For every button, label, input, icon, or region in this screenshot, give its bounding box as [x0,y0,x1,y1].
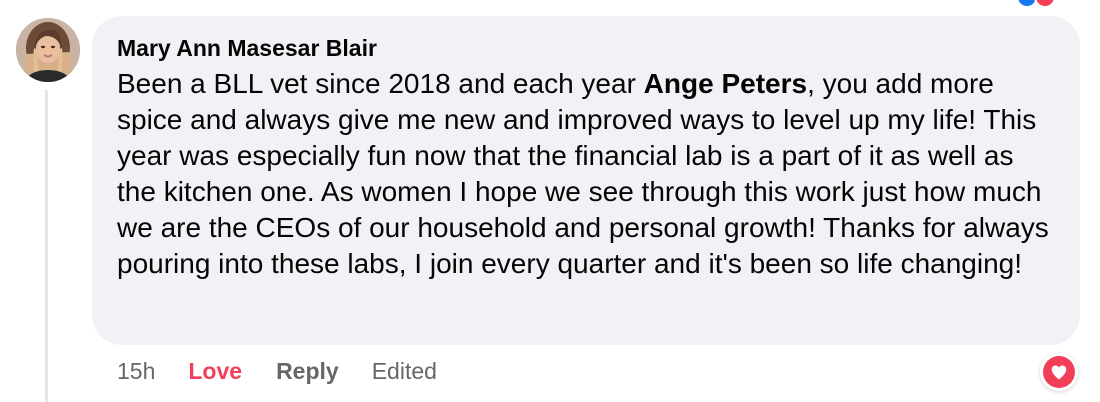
love-button[interactable]: Love [188,356,242,386]
parent-post-reactions[interactable] [1016,0,1056,8]
love-icon [1034,0,1056,8]
comment-body: Been a BLL vet since 2018 and each year … [117,66,1052,282]
comment-text-start: Been a BLL vet since 2018 and each year [117,68,644,99]
profile-photo-icon [16,18,80,82]
comment-text-rest: , you add more spice and always give me … [117,68,1049,279]
avatar[interactable] [16,18,80,82]
comment-thread: Mary Ann Masesar Blair Been a BLL vet si… [0,0,1100,402]
comment-author-name[interactable]: Mary Ann Masesar Blair [117,34,377,62]
comment-actions: 15h Love Reply Edited [117,356,437,386]
reply-button[interactable]: Reply [276,356,339,386]
heart-icon [1051,365,1067,380]
love-heart-icon [1043,356,1075,388]
mention-link[interactable]: Ange Peters [644,68,807,99]
comment-reaction-count[interactable] [1040,353,1078,391]
reply-thread-line [45,90,48,402]
comment-timestamp[interactable]: 15h [117,356,155,386]
edited-label[interactable]: Edited [372,356,437,386]
comment-bubble: Mary Ann Masesar Blair Been a BLL vet si… [92,16,1080,345]
